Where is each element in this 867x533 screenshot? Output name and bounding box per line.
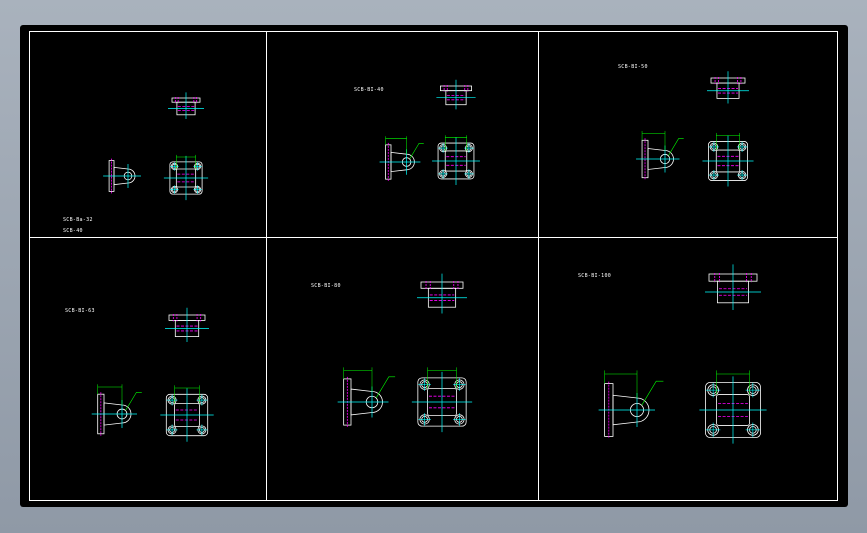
part-label: SCB-BI-80	[311, 283, 341, 289]
top-view	[417, 273, 467, 314]
top-view	[707, 71, 749, 104]
part-label: SCB-BI-100	[578, 273, 611, 279]
cell-1: SCB-Ba-32 SCB-40	[29, 31, 266, 236]
cell-2: SCB-BI-40	[266, 31, 538, 236]
part-label: SCB-BI-50	[618, 64, 648, 70]
side-view	[91, 384, 142, 436]
cell-3: SCB-BI-50	[538, 31, 838, 236]
top-view	[436, 79, 476, 110]
top-view	[165, 307, 209, 342]
front-view	[699, 370, 767, 444]
cell-6: SCB-BI-100	[538, 237, 838, 502]
side-view	[636, 130, 684, 180]
cell-3-drawing: SCB-BI-50	[618, 64, 754, 187]
cell-1-drawing: SCB-Ba-32 SCB-40	[63, 92, 209, 234]
part-label: SCB-Ba-32	[63, 217, 93, 223]
front-view	[411, 367, 473, 433]
cell-4: SCB-BI-63	[29, 237, 266, 502]
front-view	[432, 135, 480, 185]
side-view	[379, 136, 424, 182]
cell-4-drawing: SCB-BI-63	[65, 307, 214, 442]
front-view	[702, 132, 754, 187]
cell-6-drawing: SCB-BI-100	[578, 264, 767, 444]
cell-2-drawing: SCB-BI-40	[354, 79, 480, 185]
top-view	[705, 264, 761, 310]
part-label: SCB-40	[63, 228, 83, 234]
side-view	[103, 158, 141, 194]
top-view	[168, 92, 204, 119]
side-view	[598, 370, 664, 439]
cell-5-drawing: SCB-BI-80	[311, 273, 473, 433]
side-view	[337, 367, 396, 428]
front-view	[160, 385, 214, 442]
cell-5: SCB-BI-80	[266, 237, 538, 502]
part-label: SCB-BI-63	[65, 308, 95, 314]
front-view	[163, 154, 209, 201]
part-label: SCB-BI-40	[354, 87, 384, 93]
